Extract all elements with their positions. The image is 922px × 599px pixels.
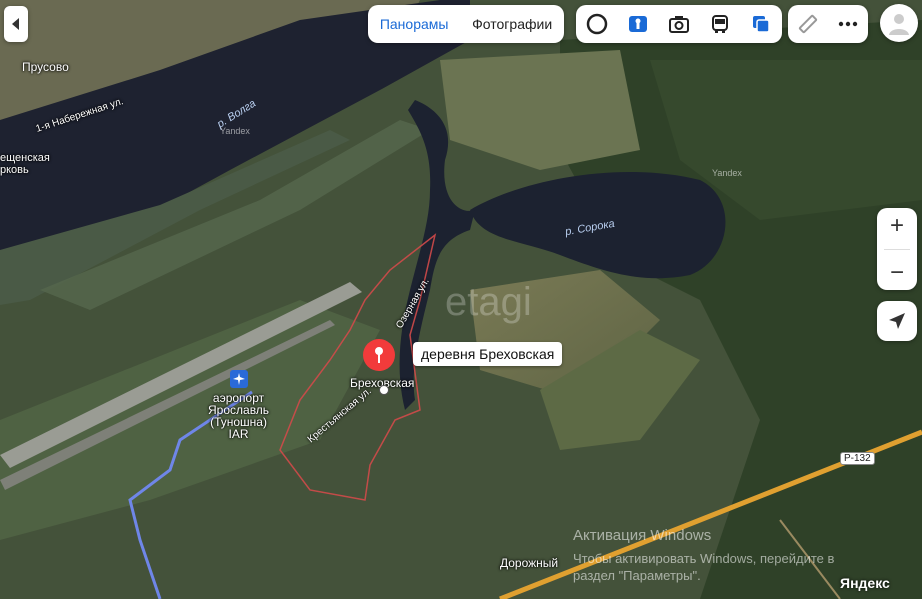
tab-panoramas[interactable]: Панорамы	[380, 16, 449, 32]
zoom-control: + −	[877, 208, 917, 290]
yandex-logo[interactable]: Яндекс	[840, 575, 890, 591]
place-dot	[379, 385, 389, 395]
media-tabs: Панорамы Фотографии	[368, 5, 564, 43]
yandex-mark-2: Yandex	[712, 168, 742, 178]
bus-icon[interactable]	[705, 9, 735, 39]
chevron-left-icon	[12, 18, 19, 30]
yandex-mark-1: Yandex	[220, 126, 250, 136]
user-avatar-icon[interactable]	[880, 4, 918, 42]
zoom-out-button[interactable]: −	[890, 260, 904, 285]
layers-icon[interactable]	[746, 9, 776, 39]
location-pin-icon[interactable]	[362, 338, 396, 381]
zoom-divider	[884, 248, 910, 250]
panorama-person-icon[interactable]	[623, 9, 653, 39]
place-popup[interactable]: деревня Бреховская	[413, 342, 563, 366]
tab-photos[interactable]: Фотографии	[472, 16, 552, 32]
navigation-arrow-icon	[889, 313, 905, 329]
airport-icon[interactable]	[230, 370, 248, 388]
collapse-panel-button[interactable]	[4, 6, 28, 42]
windows-activation-title: Активация Windows	[573, 527, 712, 544]
extra-tools	[788, 5, 868, 43]
label-church: ещенская рковь	[0, 152, 50, 176]
label-dorozhny: Дорожный	[500, 556, 559, 570]
geolocation-button[interactable]	[877, 301, 917, 341]
road-badge-p132: Р-132	[840, 452, 875, 465]
windows-activation-subtitle: Чтобы активировать Windows, перейдите в …	[573, 551, 835, 583]
zoom-in-button[interactable]: +	[890, 213, 904, 238]
map-tools	[576, 5, 782, 43]
more-dots-icon[interactable]	[833, 9, 863, 39]
traffic-icon[interactable]	[582, 9, 612, 39]
etagi-watermark: etagi	[445, 280, 532, 324]
label-airport: аэропорт Ярославль (Туношна) IAR	[208, 391, 270, 441]
label-prusovo: Прусово	[22, 60, 69, 74]
camera-icon[interactable]	[664, 9, 694, 39]
ruler-icon[interactable]	[793, 9, 823, 39]
